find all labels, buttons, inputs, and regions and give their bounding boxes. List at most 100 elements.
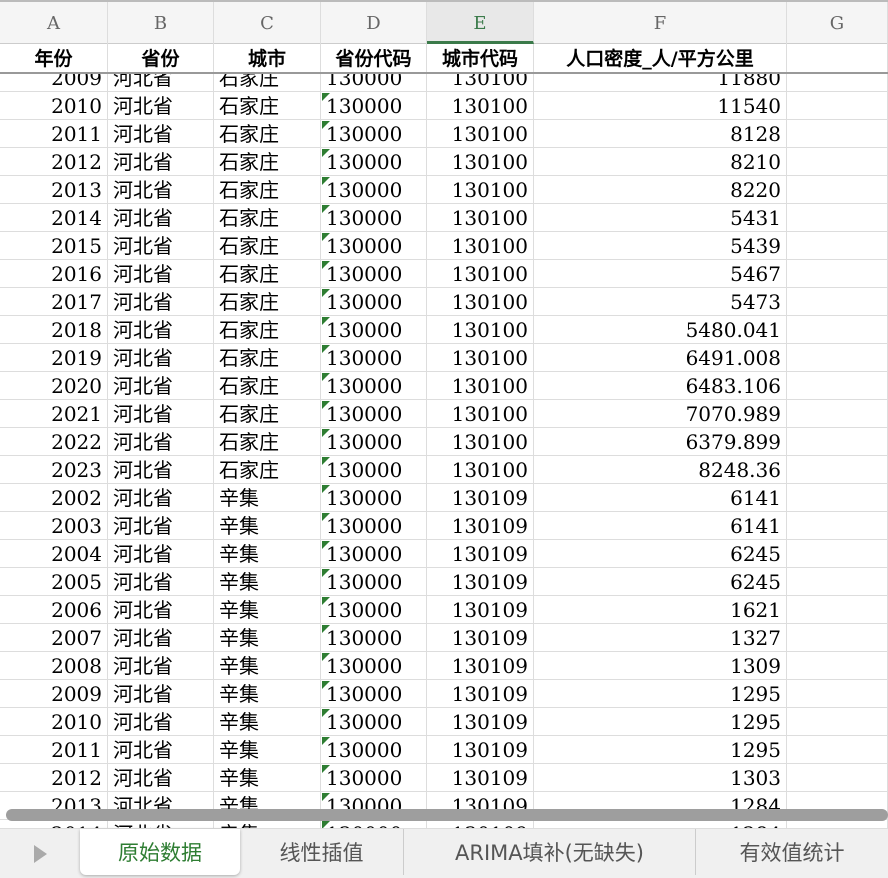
cell[interactable]: 2017 bbox=[0, 288, 108, 316]
cell[interactable] bbox=[787, 148, 888, 176]
cell[interactable]: 130100 bbox=[427, 176, 534, 204]
cell[interactable]: 河北省 bbox=[108, 540, 214, 568]
cell[interactable]: 石家庄 bbox=[214, 428, 321, 456]
cell[interactable]: 130100 bbox=[427, 92, 534, 120]
cell[interactable]: 130100 bbox=[427, 288, 534, 316]
cell[interactable]: 1327 bbox=[534, 624, 787, 652]
cell[interactable]: 130000 bbox=[321, 260, 427, 288]
cell[interactable]: 石家庄 bbox=[214, 288, 321, 316]
cell[interactable] bbox=[787, 652, 888, 680]
cell[interactable]: 2004 bbox=[0, 540, 108, 568]
cell[interactable]: 130000 bbox=[321, 624, 427, 652]
cell[interactable]: 130109 bbox=[427, 652, 534, 680]
cell[interactable]: 2002 bbox=[0, 484, 108, 512]
cell[interactable]: 130109 bbox=[427, 764, 534, 792]
cell[interactable]: 2009 bbox=[0, 680, 108, 708]
cell[interactable]: 1621 bbox=[534, 596, 787, 624]
cell[interactable]: 130000 bbox=[321, 820, 427, 828]
cell[interactable] bbox=[787, 820, 888, 828]
tab-original-data[interactable]: 原始数据 bbox=[80, 829, 240, 875]
cell[interactable]: 130000 bbox=[321, 288, 427, 316]
cell[interactable]: 8210 bbox=[534, 148, 787, 176]
cell[interactable]: 2021 bbox=[0, 400, 108, 428]
cell[interactable]: 河北省 bbox=[108, 372, 214, 400]
header-cell[interactable]: 城市代码 bbox=[427, 44, 534, 72]
column-header-c[interactable]: C bbox=[214, 2, 321, 44]
cell[interactable]: 2019 bbox=[0, 344, 108, 372]
cell[interactable]: 5467 bbox=[534, 260, 787, 288]
cell[interactable]: 130000 bbox=[321, 680, 427, 708]
cell[interactable]: 2020 bbox=[0, 372, 108, 400]
cell[interactable]: 11880 bbox=[534, 74, 787, 92]
cell[interactable]: 辛集 bbox=[214, 624, 321, 652]
cell[interactable]: 辛集 bbox=[214, 680, 321, 708]
cell[interactable] bbox=[787, 176, 888, 204]
cell[interactable]: 130000 bbox=[321, 764, 427, 792]
cell[interactable]: 河北省 bbox=[108, 820, 214, 828]
cell[interactable]: 辛集 bbox=[214, 596, 321, 624]
cell[interactable]: 2014 bbox=[0, 820, 108, 828]
cell[interactable]: 7070.989 bbox=[534, 400, 787, 428]
cell[interactable]: 6245 bbox=[534, 568, 787, 596]
cell[interactable]: 130000 bbox=[321, 736, 427, 764]
cell[interactable]: 130100 bbox=[427, 428, 534, 456]
horizontal-scrollbar[interactable] bbox=[6, 809, 888, 821]
cell[interactable]: 6141 bbox=[534, 512, 787, 540]
cell[interactable] bbox=[787, 260, 888, 288]
cell[interactable]: 130100 bbox=[427, 372, 534, 400]
cell[interactable]: 130000 bbox=[321, 120, 427, 148]
cell[interactable]: 石家庄 bbox=[214, 74, 321, 92]
cell[interactable] bbox=[787, 316, 888, 344]
cell[interactable]: 河北省 bbox=[108, 596, 214, 624]
cell[interactable]: 2007 bbox=[0, 624, 108, 652]
cell[interactable]: 石家庄 bbox=[214, 372, 321, 400]
cell[interactable]: 1295 bbox=[534, 736, 787, 764]
cell[interactable]: 130000 bbox=[321, 344, 427, 372]
cell[interactable]: 130109 bbox=[427, 820, 534, 828]
cell[interactable]: 河北省 bbox=[108, 260, 214, 288]
tab-scroll-right-icon[interactable] bbox=[34, 845, 47, 863]
cell[interactable]: 130100 bbox=[427, 456, 534, 484]
cell[interactable]: 河北省 bbox=[108, 680, 214, 708]
cell[interactable]: 辛集 bbox=[214, 568, 321, 596]
cell[interactable]: 河北省 bbox=[108, 92, 214, 120]
cell[interactable]: 6141 bbox=[534, 484, 787, 512]
cell[interactable]: 130100 bbox=[427, 120, 534, 148]
cell[interactable]: 石家庄 bbox=[214, 92, 321, 120]
cell[interactable]: 130000 bbox=[321, 568, 427, 596]
cell[interactable]: 1284 bbox=[534, 820, 787, 828]
cell[interactable]: 河北省 bbox=[108, 624, 214, 652]
cell[interactable]: 130100 bbox=[427, 344, 534, 372]
cell[interactable]: 2011 bbox=[0, 120, 108, 148]
cell[interactable]: 2009 bbox=[0, 74, 108, 92]
cell[interactable]: 130109 bbox=[427, 708, 534, 736]
cell[interactable]: 130000 bbox=[321, 372, 427, 400]
cell[interactable]: 河北省 bbox=[108, 204, 214, 232]
cell[interactable]: 辛集 bbox=[214, 820, 321, 828]
cell[interactable]: 河北省 bbox=[108, 176, 214, 204]
cell[interactable]: 130109 bbox=[427, 736, 534, 764]
cell[interactable]: 130100 bbox=[427, 204, 534, 232]
cell[interactable]: 石家庄 bbox=[214, 176, 321, 204]
cell[interactable]: 2023 bbox=[0, 456, 108, 484]
cell[interactable]: 1295 bbox=[534, 680, 787, 708]
cell[interactable]: 石家庄 bbox=[214, 120, 321, 148]
cell[interactable]: 河北省 bbox=[108, 74, 214, 92]
cell[interactable]: 辛集 bbox=[214, 652, 321, 680]
cell[interactable]: 河北省 bbox=[108, 736, 214, 764]
cell[interactable] bbox=[787, 484, 888, 512]
cell[interactable]: 2010 bbox=[0, 708, 108, 736]
cell[interactable]: 河北省 bbox=[108, 232, 214, 260]
cell[interactable]: 6379.899 bbox=[534, 428, 787, 456]
cell[interactable]: 130109 bbox=[427, 596, 534, 624]
cell[interactable] bbox=[787, 624, 888, 652]
header-cell[interactable]: 人口密度_人/平方公里 bbox=[534, 44, 787, 72]
cell[interactable]: 2008 bbox=[0, 652, 108, 680]
cell[interactable]: 130100 bbox=[427, 260, 534, 288]
column-header-f[interactable]: F bbox=[534, 2, 787, 44]
cell[interactable]: 石家庄 bbox=[214, 400, 321, 428]
header-cell[interactable]: 年份 bbox=[0, 44, 108, 72]
cell[interactable]: 2015 bbox=[0, 232, 108, 260]
cell[interactable]: 130000 bbox=[321, 708, 427, 736]
column-header-d[interactable]: D bbox=[321, 2, 427, 44]
